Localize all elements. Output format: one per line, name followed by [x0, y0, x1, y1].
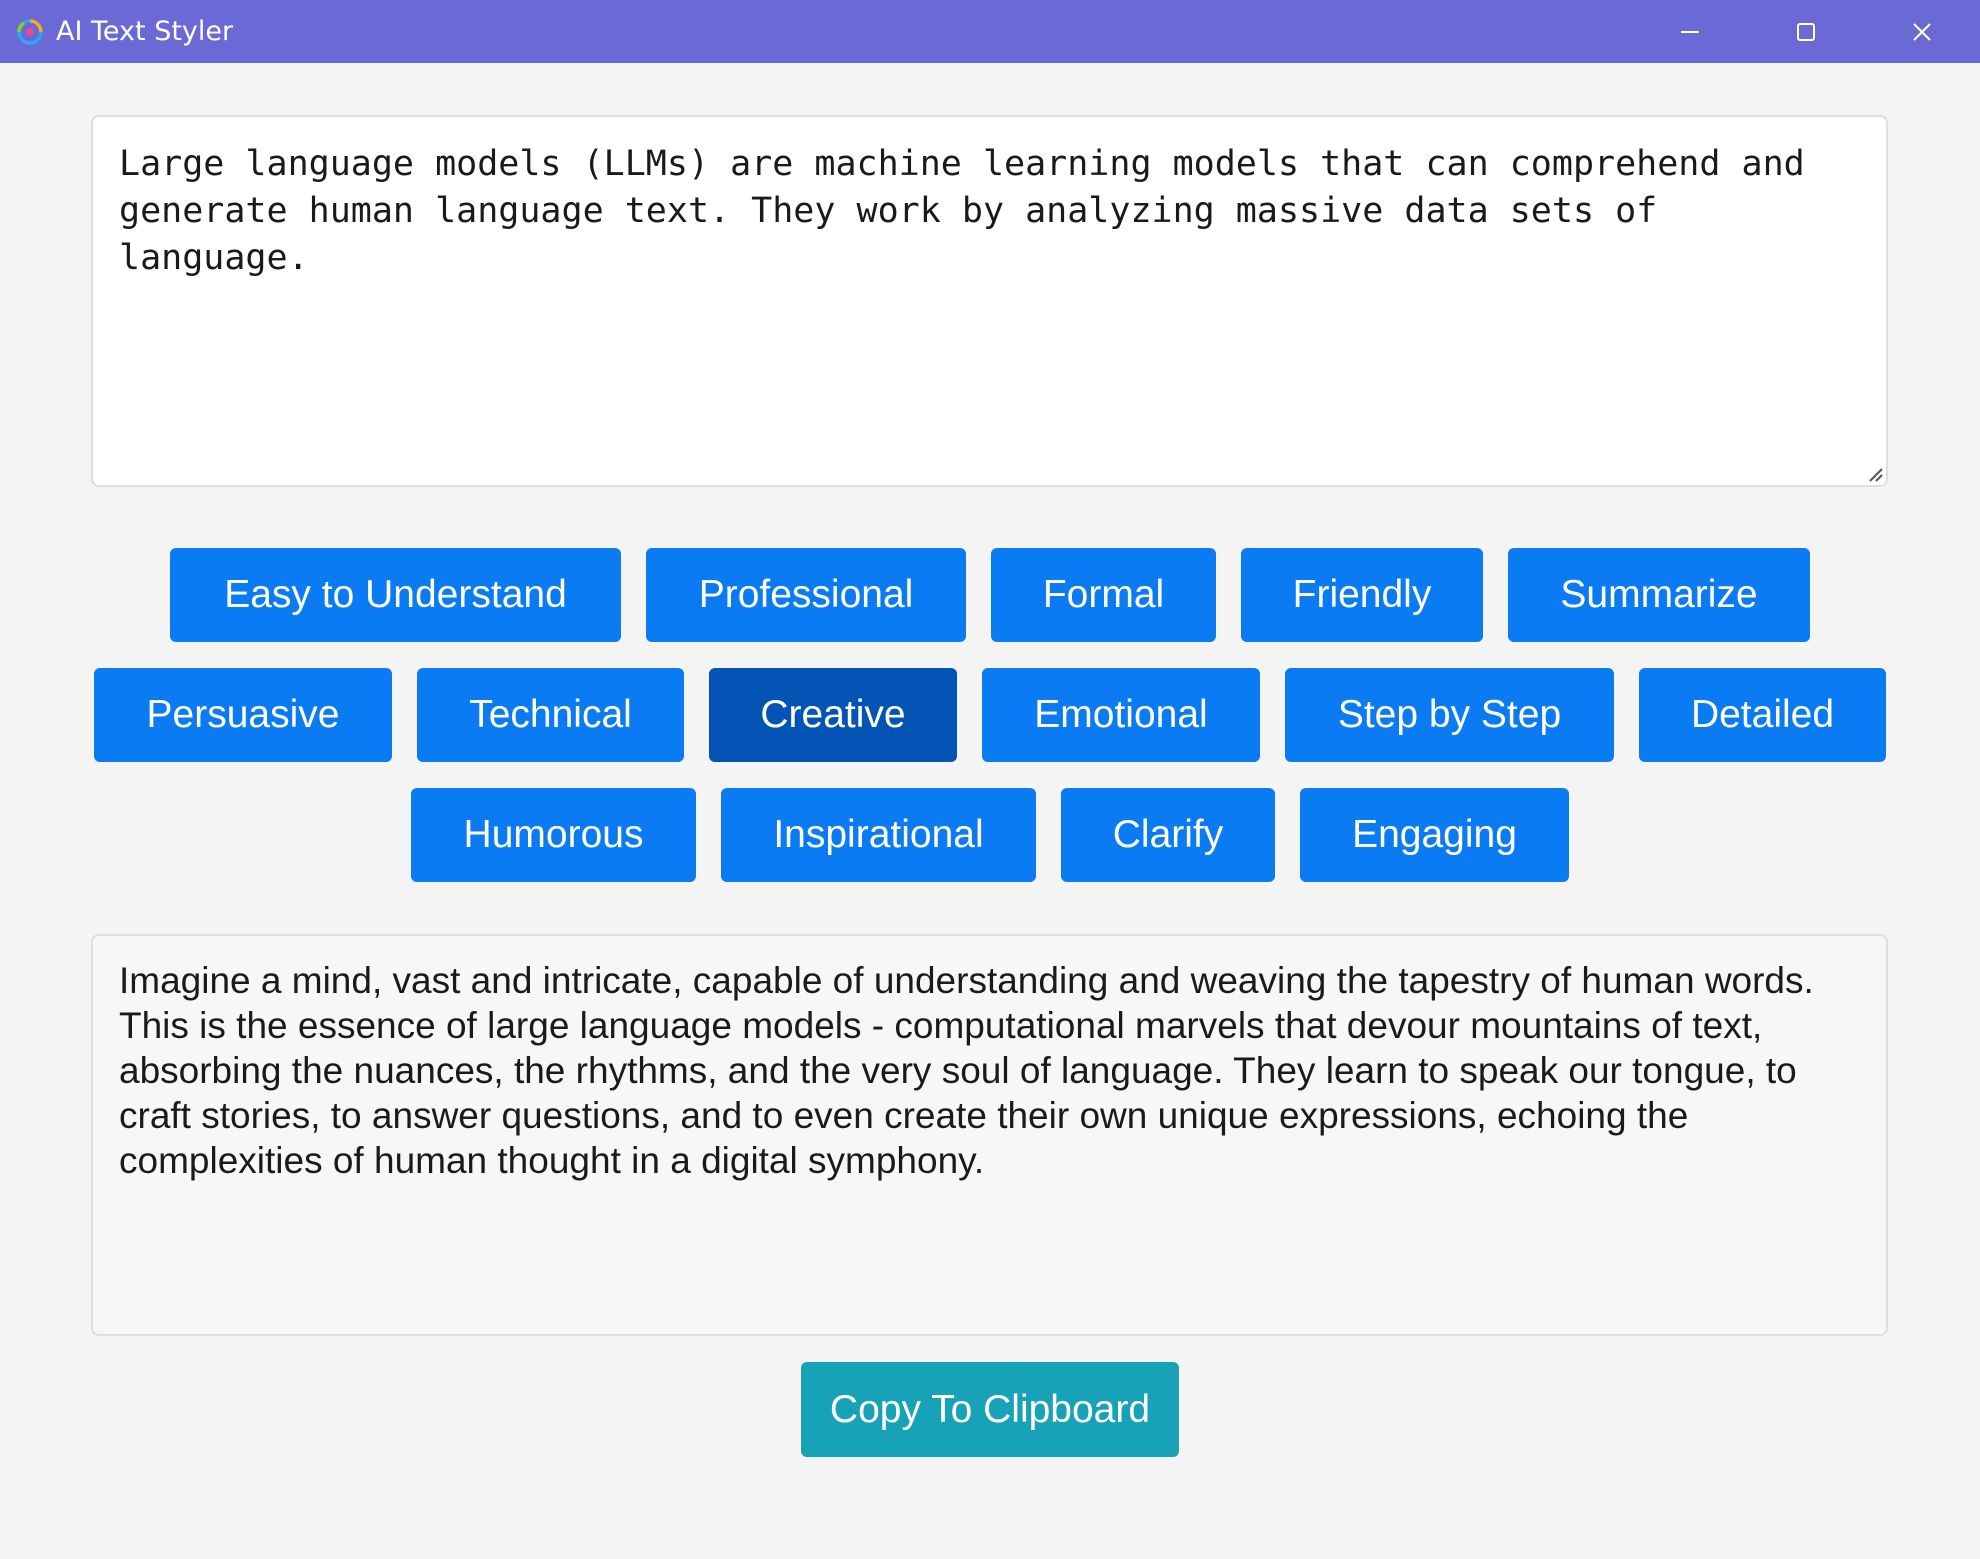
style-button-step-by-step[interactable]: Step by Step [1285, 668, 1614, 762]
title-bar[interactable]: AI Text Styler [0, 0, 1980, 63]
resize-grip-icon[interactable] [1866, 465, 1884, 483]
close-icon [1913, 22, 1931, 41]
style-button-emotional[interactable]: Emotional [982, 668, 1260, 762]
maximize-icon [1797, 22, 1815, 41]
window-controls [1632, 0, 1980, 63]
style-button-humorous[interactable]: Humorous [411, 788, 696, 882]
style-button-easy-to-understand[interactable]: Easy to Understand [170, 548, 621, 642]
copy-to-clipboard-button[interactable]: Copy To Clipboard [801, 1362, 1179, 1457]
output-text[interactable]: Imagine a mind, vast and intricate, capa… [91, 934, 1888, 1336]
style-button-inspirational[interactable]: Inspirational [721, 788, 1036, 882]
style-button-row: Easy to Understand Professional Formal F… [0, 548, 1980, 642]
style-button-creative[interactable]: Creative [709, 668, 957, 762]
close-button[interactable] [1864, 0, 1980, 63]
style-button-row: Persuasive Technical Creative Emotional … [0, 668, 1980, 762]
minimize-button[interactable] [1632, 0, 1748, 63]
style-button-detailed[interactable]: Detailed [1639, 668, 1886, 762]
output-text-content: Imagine a mind, vast and intricate, capa… [119, 960, 1814, 1181]
style-button-persuasive[interactable]: Persuasive [94, 668, 392, 762]
style-button-summarize[interactable]: Summarize [1508, 548, 1810, 642]
style-button-friendly[interactable]: Friendly [1241, 548, 1483, 642]
style-button-technical[interactable]: Technical [417, 668, 684, 762]
style-button-row: Humorous Inspirational Clarify Engaging [0, 788, 1980, 882]
style-button-engaging[interactable]: Engaging [1300, 788, 1569, 882]
maximize-button[interactable] [1748, 0, 1864, 63]
style-button-professional[interactable]: Professional [646, 548, 966, 642]
app-logo-icon [17, 18, 43, 45]
input-textarea[interactable] [91, 115, 1888, 487]
minimize-icon [1681, 30, 1699, 33]
window-title: AI Text Styler [56, 16, 234, 47]
style-button-clarify[interactable]: Clarify [1061, 788, 1275, 882]
style-button-formal[interactable]: Formal [991, 548, 1216, 642]
